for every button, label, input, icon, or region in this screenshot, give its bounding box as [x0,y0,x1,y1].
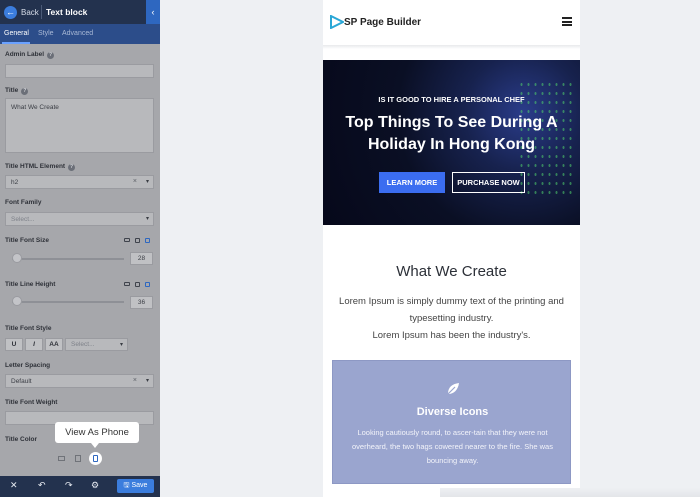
chevron-left-icon: ‹ [151,7,155,17]
phone-icon[interactable] [145,238,150,243]
chevron-down-icon: ▾ [145,179,149,185]
gear-icon[interactable]: ⚙ [91,480,99,491]
tablet-icon[interactable] [135,238,140,243]
chevron-down-icon: ▾ [119,342,123,348]
chevron-down-icon: ▾ [145,216,149,222]
hero-banner: IS IT GOOD TO HIRE A PERSONAL CHEF Top T… [323,60,580,225]
title-color-label: Title Color [5,436,38,443]
editor-panel: ← Back Text block ‹ General Style Advanc… [0,0,160,497]
tab-style[interactable]: Style [38,30,54,37]
font-size-input[interactable]: 28 [130,252,153,265]
help-icon: ? [68,164,76,171]
desktop-icon[interactable] [124,282,130,286]
line-height-label: Title Line Height [5,281,56,288]
settings-form: Admin Label? Title? What We Create Title… [0,44,160,476]
panel-footer: ✕ ↶ ↷ ⚙ 🖫 Save [0,476,160,497]
device-switcher [124,238,150,243]
font-weight-label: Title Font Weight [5,399,58,406]
card-title: Diverse Icons [416,406,489,418]
leaf-icon [447,383,459,395]
purchase-now-button[interactable]: PURCHASE NOW [452,172,525,193]
html-element-value: h2 [11,179,19,186]
letter-spacing-label: Letter Spacing [5,362,51,369]
desktop-view-icon[interactable] [58,456,65,461]
tab-general[interactable]: General [4,30,29,37]
help-icon: ? [21,88,29,95]
collapse-panel-button[interactable]: ‹ [146,0,160,24]
line-height-slider-track[interactable] [12,301,124,303]
font-style-select[interactable]: Select... ▾ [65,338,128,351]
underline-button[interactable]: U [5,338,23,351]
letter-spacing-value: Default [11,378,32,385]
uppercase-button[interactable]: AA [45,338,63,351]
tab-advanced[interactable]: Advanced [62,30,93,37]
clear-icon[interactable]: × [133,178,137,185]
tooltip-arrow [91,443,99,448]
title-label: Title? [5,87,29,95]
admin-label-label: Admin Label? [5,51,55,59]
letter-spacing-select[interactable]: Default × ▾ [5,374,154,388]
font-family-placeholder: Select... [11,216,35,223]
phone-preview: SP Page Builder IS IT GOOD TO HIRE A PER… [323,0,580,497]
title-textarea[interactable]: What We Create [5,98,154,153]
section-paragraph: Lorem Ipsum is simply dummy text of the … [339,296,564,324]
line-height-input[interactable]: 36 [130,296,153,309]
help-icon: ? [47,52,55,59]
brand-logo-icon [330,15,344,29]
font-size-slider-track[interactable] [12,258,124,260]
phone-icon[interactable] [145,282,150,287]
font-size-slider-handle[interactable] [12,253,22,263]
tablet-view-icon[interactable] [75,455,81,462]
phone-icon [93,455,98,462]
arrow-left-icon: ← [4,5,17,19]
panel-tabs: General Style Advanced [0,24,160,44]
line-height-slider-handle[interactable] [12,296,22,306]
hamburger-menu-icon[interactable] [562,17,572,26]
hero-title: Top Things To See During A Holiday In Ho… [345,114,558,153]
html-element-label: Title HTML Element? [5,163,76,171]
panel-title: Text block [46,7,88,17]
font-family-label: Font Family [5,199,42,206]
device-switcher [124,282,150,287]
clear-icon[interactable]: × [133,377,137,384]
save-button[interactable]: 🖫 Save [117,479,154,493]
section-paragraph: Lorem Ipsum has been the industry's. [372,330,531,341]
site-header: SP Page Builder [323,0,580,45]
phone-view-button[interactable] [89,452,102,465]
hero-kicker: IS IT GOOD TO HIRE A PERSONAL CHEF [378,95,525,104]
section-body: Lorem Ipsum is simply dummy text of the … [331,293,572,344]
close-icon[interactable]: ✕ [10,480,18,491]
tablet-icon[interactable] [135,282,140,287]
font-style-placeholder: Select... [71,341,95,348]
redo-icon[interactable]: ↷ [65,480,73,491]
section-title[interactable]: What We Create [323,263,580,280]
brand-name[interactable]: SP Page Builder [344,17,421,28]
panel-header: ← Back Text block ‹ [0,0,160,24]
italic-button[interactable]: I [25,338,43,351]
save-label: Save [131,482,148,489]
html-element-select[interactable]: h2 × ▾ [5,175,154,189]
page-edge-shadow [440,488,700,497]
font-style-label: Title Font Style [5,325,52,332]
desktop-icon[interactable] [124,238,130,242]
feature-card: Diverse Icons Looking cautiously round, … [332,360,571,484]
card-body: Looking cautiously round, to ascer-tain … [352,428,553,465]
view-as-phone-tooltip: View As Phone [55,422,139,443]
learn-more-button[interactable]: LEARN MORE [379,172,445,193]
undo-icon[interactable]: ↶ [38,480,46,491]
header-divider [41,5,42,19]
chevron-down-icon: ▾ [145,378,149,384]
font-family-select[interactable]: Select... ▾ [5,212,154,226]
back-label: Back [21,7,39,17]
header-shadow [323,45,580,49]
font-size-label: Title Font Size [5,237,49,244]
back-button[interactable]: ← Back [4,5,39,19]
admin-label-input[interactable] [5,64,154,78]
